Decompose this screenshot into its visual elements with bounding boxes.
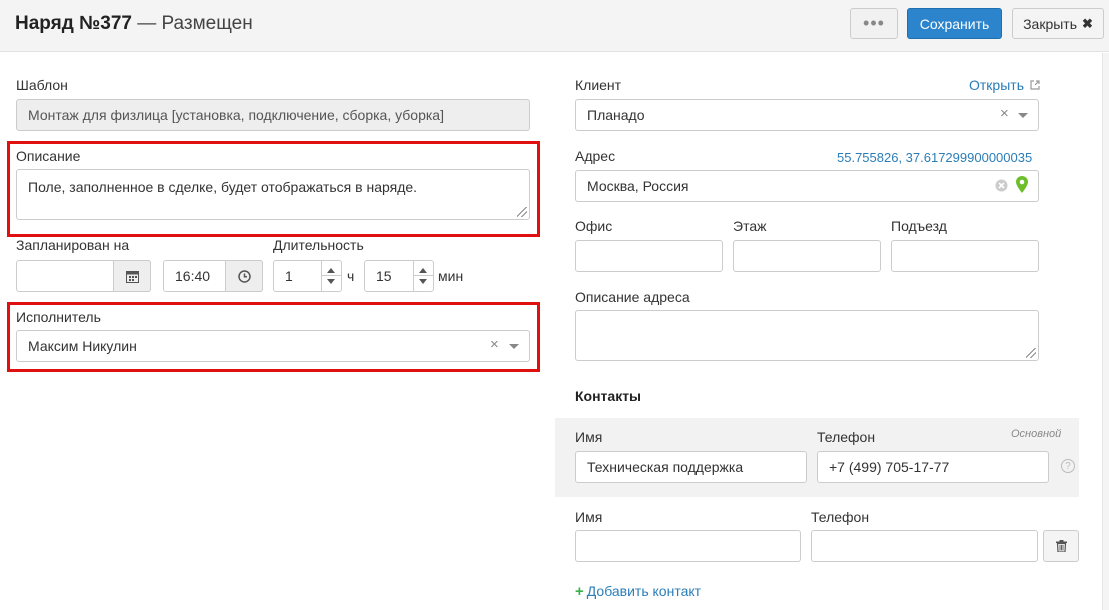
contact-phone-value: +7 (499) 705-17-77 (829, 459, 950, 475)
assignee-select[interactable]: Максим Никулин (16, 330, 530, 362)
template-field: Монтаж для физлица [установка, подключен… (16, 99, 530, 131)
stepper-down-icon[interactable] (327, 279, 335, 284)
minutes-stepper[interactable] (413, 260, 433, 292)
add-contact-link[interactable]: + Добавить контакт (575, 583, 701, 600)
add-contact-label: Добавить контакт (586, 583, 702, 599)
office-input[interactable] (575, 240, 723, 272)
contact-name-label: Имя (575, 509, 603, 525)
clock-button[interactable] (225, 260, 263, 292)
contact-phone-label: Телефон (811, 509, 870, 525)
contact-phone-input[interactable] (811, 530, 1038, 562)
duration-label: Длительность (273, 237, 364, 253)
stepper-up-icon[interactable] (419, 268, 427, 273)
stepper-down-icon[interactable] (419, 279, 427, 284)
contact-name-input[interactable] (575, 530, 801, 562)
description-label: Описание (16, 148, 81, 164)
entrance-input[interactable] (891, 240, 1039, 272)
open-client-link[interactable]: Открыть (969, 77, 1040, 93)
primary-label: Основной (1011, 428, 1062, 440)
contact-name-input[interactable]: Техническая поддержка (575, 451, 807, 483)
clear-icon[interactable]: × (1000, 105, 1009, 122)
help-icon[interactable]: ? (1061, 459, 1075, 473)
calendar-button[interactable] (113, 260, 151, 292)
client-select[interactable]: Планадо (575, 99, 1039, 131)
address-input[interactable]: Москва, Россия (575, 170, 1039, 202)
address-label: Адрес (575, 148, 616, 164)
contacts-title: Контакты (575, 388, 642, 404)
minutes-unit: мин (438, 268, 464, 284)
contact-phone-input[interactable]: +7 (499) 705-17-77 (817, 451, 1049, 483)
address-desc-label: Описание адреса (575, 289, 690, 305)
save-button[interactable]: Сохранить (907, 8, 1002, 39)
resize-grip-icon[interactable] (517, 207, 527, 217)
assignee-label: Исполнитель (16, 309, 101, 325)
hours-stepper[interactable] (321, 260, 341, 292)
chevron-down-icon[interactable] (509, 344, 519, 349)
address-desc-textarea[interactable] (575, 310, 1039, 361)
address-coords[interactable]: 55.755826, 37.617299900000035 (837, 150, 1032, 165)
page-title: Наряд №377 — Размещен (15, 13, 253, 35)
map-pin-icon[interactable] (1016, 176, 1028, 194)
stepper-up-icon[interactable] (327, 268, 335, 273)
assignee-value: Максим Никулин (28, 338, 137, 354)
contact-name-label: Имя (575, 429, 603, 445)
external-link-icon (1030, 80, 1040, 90)
template-label: Шаблон (16, 77, 68, 93)
description-text: Поле, заполненное в сделке, будет отобра… (28, 179, 418, 195)
calendar-icon (125, 270, 139, 283)
more-icon: ••• (863, 13, 885, 33)
title-separator: — (137, 13, 157, 34)
hours-unit: ч (347, 268, 355, 284)
trash-icon (1055, 540, 1067, 552)
close-button-label: Закрыть (1023, 15, 1077, 32)
close-button[interactable]: Закрыть ✖ (1012, 8, 1104, 39)
hours-value: 1 (285, 268, 293, 284)
chevron-down-icon[interactable] (1018, 113, 1028, 118)
order-number: Наряд №377 (15, 13, 132, 34)
delete-contact-button[interactable] (1043, 530, 1079, 562)
order-status: Размещен (161, 13, 253, 34)
clear-icon[interactable]: × (490, 336, 499, 353)
office-label: Офис (575, 218, 613, 234)
contact-phone-label: Телефон (817, 429, 876, 445)
client-value: Планадо (587, 107, 645, 123)
scrollbar[interactable] (1102, 53, 1109, 610)
clear-circle-icon[interactable] (995, 179, 1008, 192)
floor-label: Этаж (733, 218, 767, 234)
contact-name-value: Техническая поддержка (587, 459, 744, 475)
scheduled-label: Запланирован на (16, 237, 130, 253)
plus-icon: + (575, 583, 584, 600)
close-icon: ✖ (1082, 15, 1093, 31)
client-label: Клиент (575, 77, 622, 93)
open-client-label: Открыть (969, 77, 1024, 93)
description-textarea[interactable]: Поле, заполненное в сделке, будет отобра… (16, 169, 530, 220)
clock-icon (237, 269, 251, 283)
address-value: Москва, Россия (587, 178, 689, 194)
entrance-label: Подъезд (891, 218, 947, 234)
more-button[interactable]: ••• (850, 8, 898, 39)
resize-grip-icon[interactable] (1026, 348, 1036, 358)
floor-input[interactable] (733, 240, 881, 272)
minutes-value: 15 (376, 268, 392, 284)
header-bar: Наряд №377 — Размещен ••• Сохранить Закр… (0, 0, 1109, 52)
